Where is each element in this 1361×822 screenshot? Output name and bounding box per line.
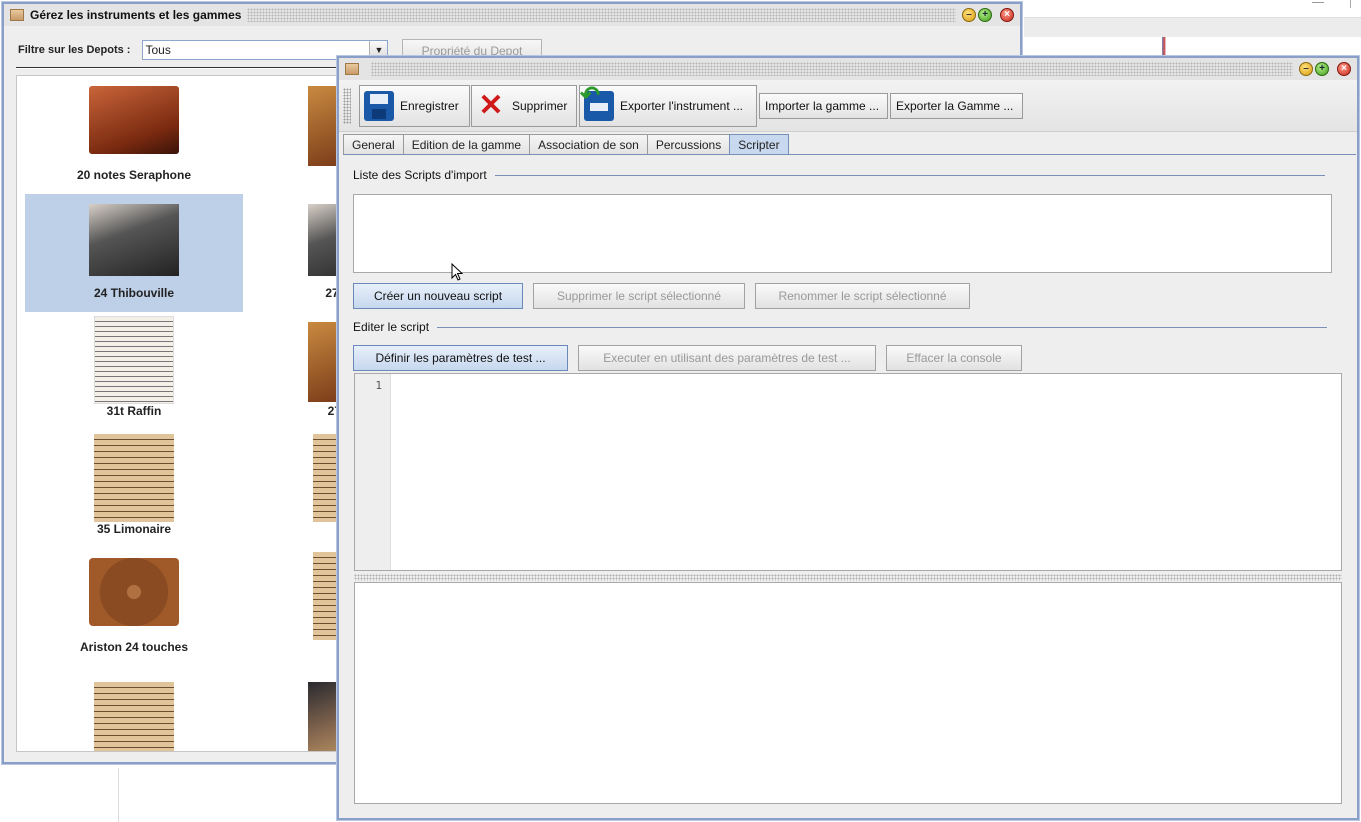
import-scale-button[interactable]: Importer la gamme ... xyxy=(759,93,888,119)
depot-filter-value: Tous xyxy=(145,43,171,57)
maximize-icon[interactable]: + xyxy=(978,8,992,22)
save-label: Enregistrer xyxy=(400,99,459,113)
instrument-editor-window: – + × Enregistrer ✕ Supprimer Exporter l… xyxy=(337,56,1359,820)
instrument-thumbnail xyxy=(94,434,174,522)
close-icon[interactable]: × xyxy=(1337,62,1351,76)
delete-label: Supprimer xyxy=(512,99,568,113)
clear-console-button[interactable]: Effacer la console xyxy=(886,345,1022,371)
minimize-icon[interactable]: – xyxy=(962,8,976,22)
rename-script-button[interactable]: Renommer le script sélectionné xyxy=(755,283,970,309)
instrument-name: 35 Limonaire xyxy=(96,522,172,536)
depot-filter-row: Filtre sur les Depots : Tous ▼ xyxy=(18,40,389,60)
titlebar-grip xyxy=(247,8,956,22)
desktop-strip xyxy=(1024,17,1361,37)
scripts-section-title: Liste des Scripts d'import xyxy=(353,168,1325,182)
section-rule xyxy=(494,174,1325,176)
save-button[interactable]: Enregistrer xyxy=(359,85,470,127)
desktop-divider xyxy=(118,768,119,822)
instrument-name: 20 notes Seraphone xyxy=(76,168,192,182)
console-output[interactable] xyxy=(354,582,1342,804)
instrument-thumbnail xyxy=(94,316,174,404)
instruments-window-titlebar[interactable]: Gérez les instruments et les gammes – + … xyxy=(4,4,1020,26)
desktop-divider xyxy=(1350,0,1351,8)
instrument-item[interactable]: 31t Raffin xyxy=(25,312,243,430)
desktop-minimize-icon xyxy=(1312,0,1324,3)
instrument-thumbnail xyxy=(89,558,179,626)
app-icon xyxy=(10,9,24,21)
window-title: Gérez les instruments et les gammes xyxy=(30,8,242,22)
create-script-button[interactable]: Créer un nouveau script xyxy=(353,283,523,309)
tab-underline xyxy=(343,154,1356,155)
instrument-thumbnail xyxy=(89,204,179,276)
mouse-cursor-icon xyxy=(451,263,463,281)
tab-general[interactable]: General xyxy=(343,134,404,155)
close-icon[interactable]: × xyxy=(1000,8,1014,22)
delete-icon: ✕ xyxy=(478,89,504,122)
save-icon xyxy=(364,91,394,121)
execute-test-params-button[interactable]: Executer en utilisant des paramètres de … xyxy=(578,345,876,371)
tab-bar: General Edition de la gamme Association de… xyxy=(343,134,789,155)
tab-scripter[interactable]: Scripter xyxy=(729,134,789,155)
instrument-name: 31t Raffin xyxy=(106,404,162,418)
instrument-item[interactable]: 24 Thibouville xyxy=(25,194,243,312)
delete-button[interactable]: ✕ Supprimer xyxy=(471,85,577,127)
tab-edition-de-la-gamme[interactable]: Edition de la gamme xyxy=(402,134,531,155)
instrument-item[interactable]: Ariston 24 touches xyxy=(25,548,243,666)
export-instrument-button[interactable]: Exporter l'instrument ... xyxy=(579,81,757,127)
script-editor[interactable]: 1 xyxy=(354,373,1342,571)
toolbar-grip[interactable] xyxy=(343,88,351,124)
editor-window-titlebar[interactable]: – + × xyxy=(339,58,1357,80)
edit-section-title: Editer le script xyxy=(353,320,1328,334)
line-number: 1 xyxy=(375,379,382,392)
split-pane-divider[interactable] xyxy=(354,574,1342,581)
app-icon xyxy=(345,63,359,75)
instrument-name: 24 Thibouville xyxy=(93,286,174,300)
delete-script-button[interactable]: Supprimer le script sélectionné xyxy=(533,283,745,309)
instrument-item[interactable]: 35 Limonaire xyxy=(25,430,243,548)
instrument-item[interactable]: 20 notes Seraphone xyxy=(25,76,243,194)
titlebar-grip xyxy=(371,62,1293,76)
export-icon xyxy=(580,81,614,121)
define-test-params-button[interactable]: Définir les paramètres de test ... xyxy=(353,345,568,371)
filter-label: Filtre sur les Depots : xyxy=(18,44,131,56)
edit-section-label: Editer le script xyxy=(353,320,430,334)
tab-association-de-son[interactable]: Association de son xyxy=(529,134,648,155)
toolbar: Enregistrer ✕ Supprimer Exporter l'instr… xyxy=(339,80,1357,132)
export-scale-button[interactable]: Exporter la Gamme ... xyxy=(890,93,1023,119)
tab-percussions[interactable]: Percussions xyxy=(646,134,731,155)
section-rule xyxy=(437,326,1328,328)
scripts-section-label: Liste des Scripts d'import xyxy=(353,168,487,182)
minimize-icon[interactable]: – xyxy=(1299,62,1313,76)
desktop-marker xyxy=(1162,37,1166,57)
instrument-thumbnail xyxy=(94,682,174,751)
maximize-icon[interactable]: + xyxy=(1315,62,1329,76)
export-instrument-label: Exporter l'instrument ... xyxy=(620,99,743,113)
instrument-thumbnail xyxy=(89,86,179,154)
line-number-gutter: 1 xyxy=(355,374,391,570)
instrument-name: Ariston 24 touches xyxy=(79,640,189,654)
script-list[interactable] xyxy=(353,194,1332,273)
instrument-item[interactable] xyxy=(25,666,243,751)
